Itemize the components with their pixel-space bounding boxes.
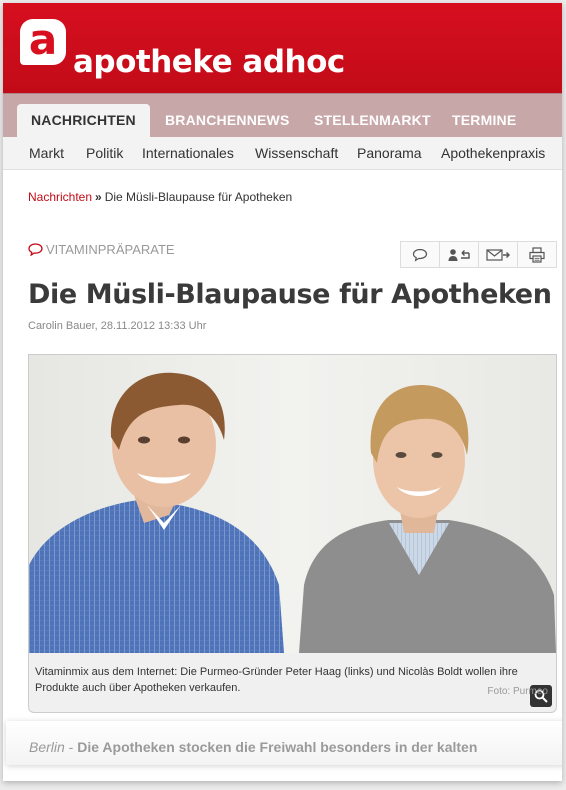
logo-letter: a [28, 15, 58, 64]
site-header: a apotheke adhoc [3, 3, 562, 93]
article-byline: Carolin Bauer, 28.11.2012 13:33 Uhr [28, 320, 207, 332]
breadcrumb: Nachrichten» Die Müsli-Blaupause für Apot… [28, 190, 292, 204]
subnav-wissenschaft[interactable]: Wissenschaft [255, 145, 338, 161]
email-icon [486, 248, 510, 261]
share-user-tool[interactable] [440, 242, 479, 267]
article-figure: Vitaminmix aus dem Internet: Die Purmeo-… [28, 354, 557, 713]
comment-tool[interactable] [401, 242, 440, 267]
image-credit: Foto: Purmeo [487, 686, 548, 697]
teaser-lead: Die Apotheken stocken die Freiwahl beson… [77, 739, 478, 755]
subnav-internationales[interactable]: Internationales [142, 145, 234, 161]
subnav-markt[interactable]: Markt [29, 145, 64, 161]
teaser-text: Berlin - Die Apotheken stocken die Freiw… [29, 739, 477, 755]
breadcrumb-separator: » [95, 190, 102, 204]
teaser-dash: - [64, 739, 78, 755]
share-user-icon [448, 248, 470, 261]
comment-icon [412, 248, 428, 262]
article-tools [400, 241, 557, 268]
site-name[interactable]: apotheke adhoc [73, 44, 345, 80]
page-frame: a apotheke adhoc NACHRICHTEN BRANCHENNEW… [3, 3, 562, 781]
tab-termine[interactable]: TERMINE [452, 104, 516, 138]
founders-photo-illustration [29, 355, 556, 653]
article-category: VITAMINPRÄPARATE [28, 242, 175, 257]
tab-branchennews[interactable]: BRANCHENNEWS [165, 104, 290, 138]
article-photo[interactable] [29, 355, 556, 653]
tab-stellenmarkt[interactable]: STELLENMARKT [314, 104, 431, 138]
print-icon [529, 246, 545, 263]
logo-icon[interactable]: a [20, 15, 66, 65]
image-caption: Vitaminmix aus dem Internet: Die Purmeo-… [35, 666, 518, 694]
print-tool[interactable] [518, 242, 556, 267]
sub-navigation: Markt Politik Internationales Wissenscha… [3, 137, 562, 170]
subnav-panorama[interactable]: Panorama [357, 145, 422, 161]
subnav-politik[interactable]: Politik [86, 145, 123, 161]
comment-bubble-icon [28, 243, 43, 256]
breadcrumb-current: Die Müsli-Blaupause für Apotheken [104, 190, 293, 204]
article-teaser: Berlin - Die Apotheken stocken die Freiw… [6, 721, 562, 765]
main-navigation: NACHRICHTEN BRANCHENNEWS STELLENMARKT TE… [3, 93, 562, 138]
teaser-city: Berlin [29, 739, 65, 755]
category-label[interactable]: VITAMINPRÄPARATE [46, 242, 175, 257]
breadcrumb-home-link[interactable]: Nachrichten [28, 190, 92, 204]
article-title: Die Müsli-Blaupause für Apotheken [28, 279, 552, 310]
tab-nachrichten[interactable]: NACHRICHTEN [17, 104, 150, 138]
email-tool[interactable] [479, 242, 518, 267]
subnav-apothekenpraxis[interactable]: Apothekenpraxis [441, 145, 545, 161]
